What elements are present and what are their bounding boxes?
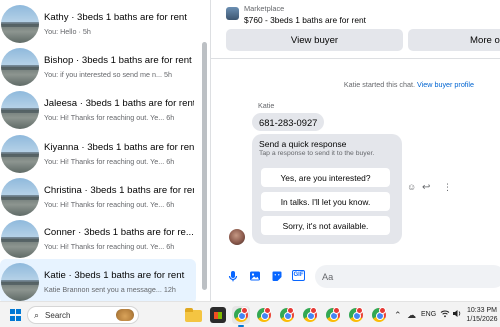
store-icon[interactable] (210, 307, 226, 323)
conversation-title: Kiyanna · 3beds 1 baths are for rent (44, 141, 194, 153)
conversation-age: 6h (166, 199, 175, 209)
search-highlight-icon (116, 309, 134, 321)
taskbar: ⌕ Search ⌃ ☁ ENG 10:33 PM 1/15/2026 (0, 301, 500, 327)
listing-avatar (1, 177, 39, 216)
gif-icon[interactable]: GIF (292, 270, 305, 281)
react-emoji-icon[interactable]: ☺ (407, 182, 416, 192)
conversation-item[interactable]: Conner · 3beds 1 baths are for re... You… (0, 216, 198, 261)
onedrive-icon[interactable]: ☁ (407, 310, 416, 321)
chat-started-text: Katie started this chat. (343, 80, 415, 89)
listing-header[interactable]: Marketplace $760 - 3beds 1 baths are for… (226, 4, 366, 25)
quick-response-in-talks-button[interactable]: In talks. I'll let you know. (261, 192, 390, 211)
chat-pane: Marketplace $760 - 3beds 1 baths are for… (211, 0, 500, 301)
conversation-preview: Katie Brannon sent you a message... (44, 284, 162, 294)
sender-avatar[interactable] (229, 229, 245, 245)
taskbar-search[interactable]: ⌕ Search (27, 306, 139, 324)
conversation-age: 5h (82, 26, 91, 36)
listing-avatar (1, 262, 39, 301)
conversation-title: Kathy · 3beds 1 baths are for rent (44, 11, 187, 23)
conversation-age: 6h (166, 241, 175, 251)
wifi-icon[interactable] (440, 309, 450, 320)
conversation-preview: You: Hello · (44, 26, 81, 36)
chevron-up-icon[interactable]: ⌃ (394, 310, 402, 321)
header-divider (211, 58, 500, 59)
listing-avatar (1, 47, 39, 86)
chrome-icon[interactable] (324, 306, 342, 324)
listing-avatar (1, 4, 39, 43)
reply-icon[interactable]: ↩ (422, 182, 430, 193)
view-buyer-profile-link[interactable]: View buyer profile (417, 80, 474, 89)
sender-name: Katie (258, 101, 275, 110)
conversation-preview: You: if you interested so send me n... (44, 69, 162, 79)
file-explorer-icon[interactable] (185, 307, 202, 322)
view-buyer-button[interactable]: View buyer (226, 29, 403, 51)
conversation-item[interactable]: Christina · 3beds 1 baths are for rent Y… (0, 174, 198, 219)
conversation-age: 6h (166, 156, 175, 166)
conversation-item[interactable]: Jaleesa · 3beds 1 baths are for rent You… (0, 87, 198, 132)
conversation-title: Conner · 3beds 1 baths are for re... (44, 226, 194, 238)
windows-start-icon[interactable] (10, 309, 22, 321)
chrome-icon[interactable] (255, 306, 273, 324)
conversation-title: Katie · 3beds 1 baths are for rent (44, 269, 185, 281)
message-composer: GIF (211, 264, 500, 290)
clock-date: 1/15/2026 (466, 316, 498, 323)
quick-response-title: Send a quick response (259, 139, 347, 149)
more-actions-icon[interactable]: ⋮ (443, 182, 452, 193)
chrome-icon[interactable] (347, 306, 365, 324)
sticker-icon[interactable] (271, 270, 283, 282)
conversation-age: 6h (166, 112, 175, 122)
quick-response-hint: Tap a response to send it to the buyer. (259, 150, 375, 157)
clock[interactable]: 10:33 PM 1/15/2026 (466, 306, 498, 324)
chrome-icon[interactable] (370, 306, 388, 324)
search-icon: ⌕ (34, 309, 40, 320)
conversation-title: Bishop · 3beds 1 baths are for rent (44, 54, 192, 66)
more-options-button[interactable]: More o (408, 29, 500, 51)
conversation-title: Jaleesa · 3beds 1 baths are for rent (44, 97, 194, 109)
scrollbar-thumb[interactable] (202, 42, 207, 290)
microphone-icon[interactable] (227, 270, 239, 282)
quick-response-card: Send a quick response Tap a response to … (252, 134, 402, 244)
conversation-item[interactable]: Kathy · 3beds 1 baths are for rent You: … (0, 1, 198, 46)
chrome-icon[interactable] (301, 306, 319, 324)
conversation-title: Christina · 3beds 1 baths are for rent (44, 184, 194, 196)
conversation-preview: You: Hi! Thanks for reaching out. Ye... (44, 112, 165, 122)
search-label: Search (45, 310, 71, 320)
listing-avatar (1, 90, 39, 129)
conversation-preview: You: Hi! Thanks for reaching out. Ye... (44, 241, 165, 251)
chrome-icon[interactable] (278, 306, 296, 324)
volume-icon[interactable] (452, 309, 462, 320)
listing-title: $760 - 3beds 1 baths are for rent (244, 15, 366, 25)
photo-icon[interactable] (249, 270, 261, 282)
message-bubble: 681-283-0927 (252, 113, 325, 131)
clock-time: 10:33 PM (467, 307, 497, 314)
conversation-item-selected[interactable]: Katie · 3beds 1 baths are for rent Katie… (0, 259, 196, 301)
listing-avatar (1, 219, 39, 258)
listing-avatar (1, 134, 39, 173)
chat-started-notice: Katie started this chat. View buyer prof… (211, 80, 500, 89)
conversation-list: Kathy · 3beds 1 baths are for rent You: … (0, 0, 210, 301)
chrome-icon[interactable] (232, 306, 250, 327)
listing-thumbnail (226, 7, 239, 20)
conversation-age: 12h (163, 284, 176, 294)
message-input[interactable] (315, 265, 500, 288)
conversation-item[interactable]: Kiyanna · 3beds 1 baths are for rent You… (0, 131, 198, 176)
conversation-age: 5h (164, 69, 172, 79)
conversation-preview: You: Hi! Thanks for reaching out. Ye... (44, 199, 165, 209)
quick-response-unavailable-button[interactable]: Sorry, it's not available. (261, 216, 390, 235)
conversation-item[interactable]: Bishop · 3beds 1 baths are for rent You:… (0, 44, 198, 89)
quick-response-yes-button[interactable]: Yes, are you interested? (261, 168, 390, 187)
listing-source: Marketplace (244, 4, 285, 13)
conversation-preview: You: Hi! Thanks for reaching out. Ye... (44, 156, 165, 166)
language-indicator[interactable]: ENG (421, 311, 436, 318)
